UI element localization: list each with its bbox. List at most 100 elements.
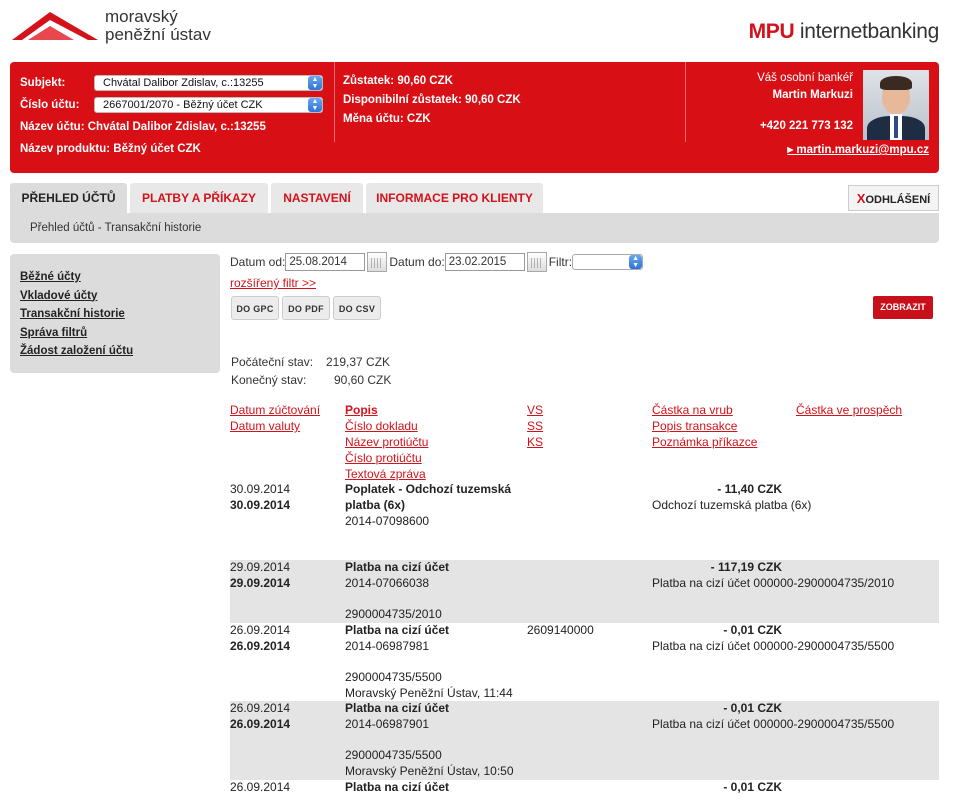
col-value-date[interactable]: Datum valuty: [230, 419, 300, 435]
subject-label: Subjekt:: [20, 77, 66, 89]
col-counterparty-name[interactable]: Název protiúčtu: [345, 435, 428, 451]
filter-select[interactable]: ▲ ▼: [572, 254, 644, 270]
account-select[interactable]: 2667001/2070 - Běžný účet CZK ▲ ▼: [94, 97, 323, 113]
sidebar-item-filter-management[interactable]: Správa filtrů: [20, 324, 210, 343]
debit-amount: - 0,01 CZK: [723, 701, 782, 715]
sidebar-item-transaction-history[interactable]: Transakční historie: [20, 305, 210, 324]
date-to-label: Datum do:: [389, 255, 445, 269]
table-row[interactable]: 30.09.2014 30.09.2014 Poplatek - Odchozí…: [230, 480, 939, 560]
posting-date: 30.09.2014: [230, 482, 291, 496]
transaction-description: Platba na cizí účet 000000-2900004735/55…: [652, 717, 895, 731]
select-arrow-icon: ▲ ▼: [629, 255, 643, 269]
balance-label: Zůstatek:: [343, 75, 395, 87]
balance-summary: Počáteční stav: 219,37 CZK Konečný stav: 9…: [231, 353, 431, 389]
divider: [685, 62, 686, 142]
tab-account-overview[interactable]: PŘEHLED ÚČTŮ: [10, 183, 127, 213]
document-number: 2014-07066038: [345, 576, 430, 590]
document-number: 2014-07098600: [345, 514, 430, 528]
col-counterparty-account[interactable]: Číslo protiúčtu: [345, 451, 422, 467]
table-row[interactable]: 29.09.2014 29.09.2014 Platba na cizí úče…: [230, 560, 939, 623]
transaction-description: Platba na cizí účet 000000-2900004735/55…: [652, 639, 895, 653]
sidebar-item-deposit-accounts[interactable]: Vkladové účty: [20, 287, 210, 306]
end-balance-label: Konečný stav:: [231, 373, 307, 387]
col-credit-amount[interactable]: Částka ve prospěch: [796, 403, 902, 419]
calendar-icon[interactable]: [526, 252, 547, 272]
date-from-input[interactable]: 25.08.2014: [285, 253, 366, 271]
date-filter-bar: Datum od: 25.08.2014 Datum do: 23.02.201…: [230, 252, 644, 272]
select-arrow-icon: ▲ ▼: [308, 76, 322, 90]
table-row[interactable]: 26.09.2014 26.09.2014 Platba na cizí úče…: [230, 623, 939, 701]
mpu-logo-icon: [12, 12, 98, 40]
end-balance-value: 90,60 CZK: [334, 373, 392, 387]
description: Platba na cizí účet: [345, 560, 450, 574]
col-description[interactable]: Popis: [345, 403, 378, 419]
subject-select[interactable]: Chvátal Dalibor Zdislav, c.:13255 ▲ ▼: [94, 75, 323, 91]
tab-client-info[interactable]: INFORMACE PRO KLIENTY: [366, 183, 543, 213]
transaction-description: Odchozí tuzemská platba (6x): [652, 498, 812, 512]
logo-line-2: peněžní ústav: [105, 25, 211, 44]
description: Platba na cizí účet: [345, 623, 450, 637]
col-document-number[interactable]: Číslo dokladu: [345, 419, 418, 435]
account-name: Název účtu: Chvátal Dalibor Zdislav, c.:…: [20, 121, 266, 133]
variable-symbol: 2609140000: [527, 623, 594, 637]
available-balance: Disponibilní zůstatek: 90,60 CZK: [343, 94, 521, 106]
transactions-table: 30.09.2014 30.09.2014 Poplatek - Odchozí…: [230, 480, 939, 800]
balance-panel: Zůstatek: 90,60 CZK Disponibilní zůstate…: [343, 72, 521, 129]
posting-date: 26.09.2014: [230, 623, 291, 637]
date-from-label: Datum od:: [230, 255, 286, 269]
col-debit-amount[interactable]: Částka na vrub: [652, 403, 733, 419]
select-arrow-icon: ▲ ▼: [308, 98, 322, 112]
export-gpc-button[interactable]: DO GPC: [231, 296, 279, 320]
table-row[interactable]: 26.09.2014 26.09.2014 Platba na cizí úče…: [230, 701, 939, 780]
start-balance-label: Počáteční stav:: [231, 355, 314, 369]
breadcrumb: Přehled účtů - Transakční historie: [10, 213, 939, 243]
value-date: 26.09.2014: [230, 717, 291, 731]
show-button[interactable]: ZOBRAZIT: [873, 296, 933, 319]
debit-amount: - 0,01 CZK: [723, 623, 782, 637]
account-selector-panel: Subjekt: Chvátal Dalibor Zdislav, c.:132…: [20, 72, 335, 160]
debit-amount: - 117,19 CZK: [710, 560, 782, 574]
text-message: Moravský Peněžní Ústav, 11:44: [345, 686, 513, 700]
col-transaction-description[interactable]: Popis transakce: [652, 419, 737, 435]
description-cont: platba (6x): [345, 498, 406, 512]
divider: [334, 62, 335, 142]
document-number: 2014-06987981: [345, 639, 430, 653]
col-vs[interactable]: VS: [527, 403, 543, 419]
banker-title: Váš osobní bankéř: [757, 72, 853, 84]
account-value: 2667001/2070 - Běžný účet CZK: [103, 99, 263, 111]
extended-filter-link[interactable]: rozšířený filtr >>: [230, 276, 316, 290]
table-row[interactable]: 26.09.2014 Platba na cizí účet - 0,01 CZ…: [230, 780, 939, 800]
sidebar-item-current-accounts[interactable]: Běžné účty: [20, 268, 210, 287]
col-payer-note[interactable]: Poznámka příkazce: [652, 435, 757, 451]
banker-name: Martin Markuzi: [772, 89, 853, 101]
export-pdf-button[interactable]: DO PDF: [282, 296, 330, 320]
counterparty-account: 2900004735/5500: [345, 670, 442, 684]
top-bar: moravský peněžní ústav MPU internetbanki…: [0, 0, 975, 60]
description: Poplatek - Odchozí tuzemská: [345, 482, 512, 496]
product-brand: MPU internetbanking: [749, 20, 940, 44]
value-date: 29.09.2014: [230, 576, 291, 590]
counterparty-account: 2900004735/2010: [345, 607, 442, 621]
tab-payments[interactable]: PLATBY A PŘÍKAZY: [130, 183, 268, 213]
date-to-input[interactable]: 23.02.2015: [444, 253, 525, 271]
logo-text: moravský peněžní ústav: [105, 8, 211, 44]
logout-button[interactable]: XODHLÁŠENÍ: [848, 185, 939, 211]
value-date: 26.09.2014: [230, 639, 291, 653]
counterparty-account: 2900004735/5500: [345, 748, 442, 762]
description: Platba na cizí účet: [345, 701, 450, 715]
sidebar: Běžné účty Vkladové účty Transakční hist…: [10, 254, 220, 373]
banker-email-link[interactable]: martin.markuzi@mpu.cz: [787, 142, 929, 156]
transaction-description: Platba na cizí účet 000000-2900004735/20…: [652, 576, 895, 590]
calendar-icon[interactable]: [367, 252, 388, 272]
brand-suffix: internetbanking: [799, 20, 939, 43]
banker-photo: [863, 70, 929, 140]
tab-settings[interactable]: NASTAVENÍ: [271, 183, 363, 213]
col-posting-date[interactable]: Datum zúčtování: [230, 403, 320, 419]
document-number: 2014-06987901: [345, 717, 430, 731]
debit-amount: - 0,01 CZK: [723, 780, 782, 794]
sidebar-item-account-request[interactable]: Žádost založení účtu: [20, 342, 210, 361]
banker-phone: +420 221 773 132: [759, 120, 853, 132]
export-csv-button[interactable]: DO CSV: [333, 296, 381, 320]
col-ks[interactable]: KS: [527, 435, 543, 451]
col-ss[interactable]: SS: [527, 419, 543, 435]
